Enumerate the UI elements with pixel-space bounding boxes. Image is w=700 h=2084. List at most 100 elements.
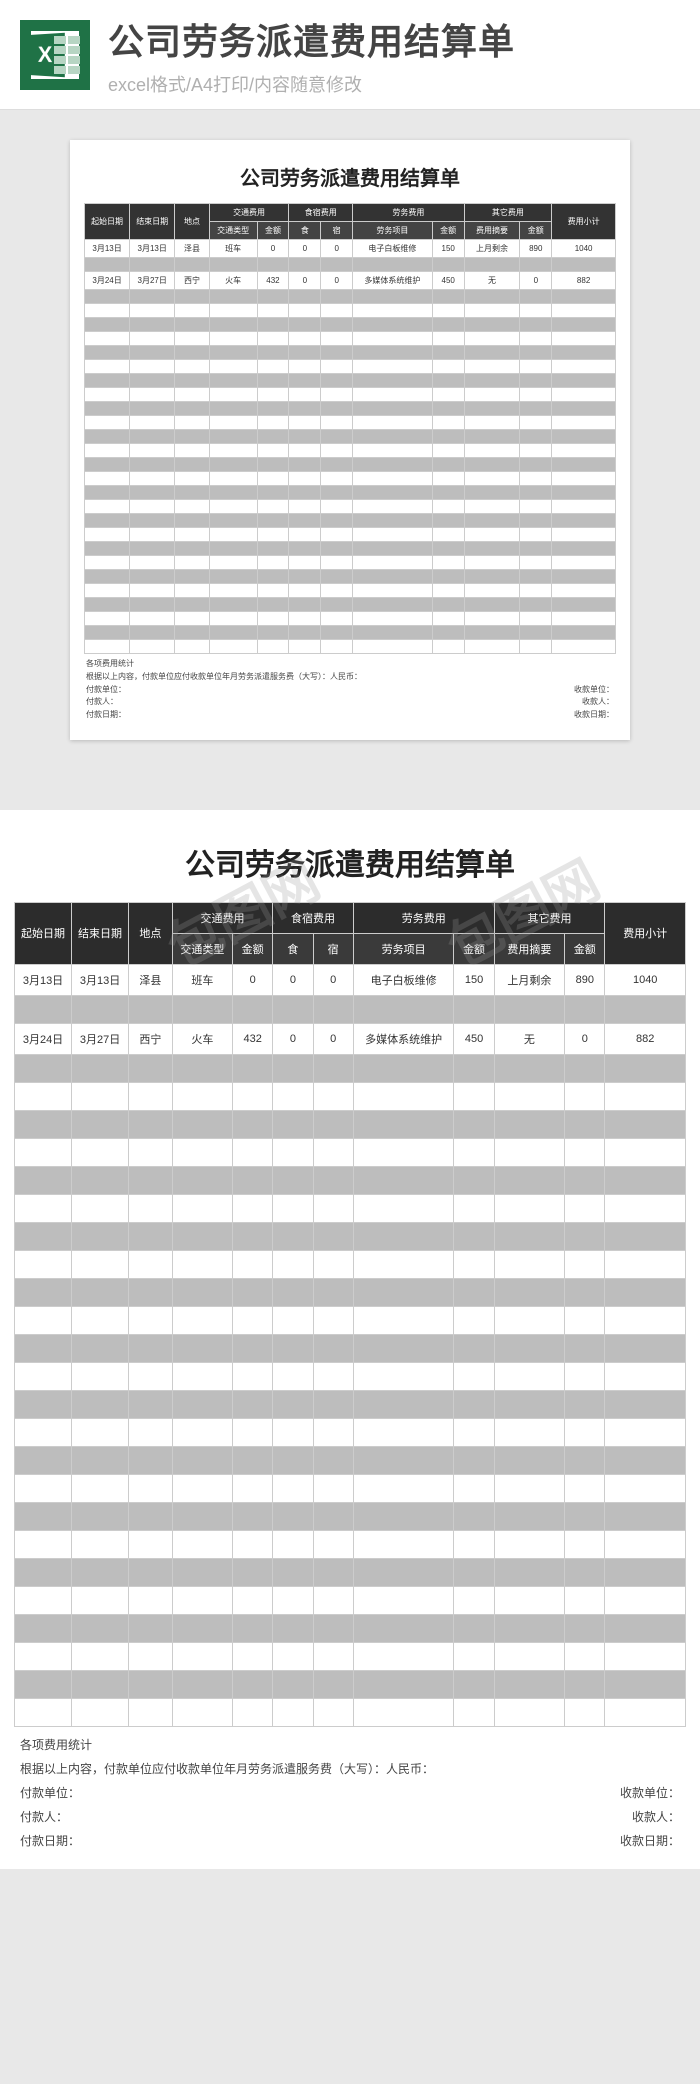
cell-trans_amt: 0 bbox=[257, 240, 289, 258]
col-place: 地点 bbox=[175, 204, 210, 240]
col-transport: 交通费用 bbox=[209, 204, 289, 222]
table-row-empty bbox=[85, 430, 616, 444]
col-service: 劳务费用 bbox=[353, 902, 494, 933]
cell-lodge: 0 bbox=[321, 272, 353, 290]
summary-label: 各项费用统计 bbox=[86, 658, 614, 671]
summary-label: 各项费用统计 bbox=[20, 1733, 680, 1757]
col-trans-amt: 金额 bbox=[257, 222, 289, 240]
cell-other_desc: 无 bbox=[464, 272, 520, 290]
cell-place: 泽县 bbox=[129, 964, 173, 995]
expense-table-large: 起始日期 结束日期 地点 交通费用 食宿费用 劳务费用 其它费用 费用小计 交通… bbox=[14, 902, 686, 1727]
col-end-date: 结束日期 bbox=[72, 902, 129, 964]
table-row-empty bbox=[15, 1698, 686, 1726]
col-food: 食 bbox=[273, 933, 313, 964]
cell-other_amt: 0 bbox=[520, 272, 552, 290]
col-other-desc: 费用摘要 bbox=[494, 933, 564, 964]
cell-trans_amt: 0 bbox=[233, 964, 273, 995]
table-row-empty bbox=[85, 346, 616, 360]
cell-trans_amt: 432 bbox=[257, 272, 289, 290]
table-row-empty bbox=[15, 1474, 686, 1502]
excel-icon: X bbox=[20, 20, 90, 90]
table-row-empty bbox=[15, 1362, 686, 1390]
table-row: 3月13日3月13日泽县班车000电子白板维修150上月剩余8901040 bbox=[85, 240, 616, 258]
cell-subtotal: 882 bbox=[605, 1023, 686, 1054]
table-row-empty bbox=[85, 444, 616, 458]
cell-trans_type: 班车 bbox=[172, 964, 232, 995]
cell-service_amt: 450 bbox=[454, 1023, 494, 1054]
cell-subtotal: 882 bbox=[552, 272, 616, 290]
table-row-empty bbox=[85, 318, 616, 332]
cell-food: 0 bbox=[289, 272, 321, 290]
cell-end: 3月27日 bbox=[130, 272, 175, 290]
col-food: 食 bbox=[289, 222, 321, 240]
table-row-empty bbox=[85, 626, 616, 640]
table-row-empty bbox=[15, 1194, 686, 1222]
table-row-empty bbox=[15, 1390, 686, 1418]
cell-lodge: 0 bbox=[313, 964, 353, 995]
col-other-amt: 金额 bbox=[565, 933, 605, 964]
table-row-empty bbox=[15, 1558, 686, 1586]
document-footer-large: 各项费用统计 根据以上内容，付款单位应付收款单位年月劳务派遣服务费（大写）：人民… bbox=[14, 1727, 686, 1853]
cell-service_amt: 150 bbox=[454, 964, 494, 995]
agreement-text: 根据以上内容，付款单位应付收款单位年月劳务派遣服务费（大写）：人民币： bbox=[20, 1757, 680, 1781]
col-board: 食宿费用 bbox=[289, 204, 353, 222]
document-preview-large: 公司劳务派遣费用结算单 起始日期 结束日期 地点 交通费用 食宿费用 劳务费用 … bbox=[0, 810, 700, 1909]
expense-table: 起始日期 结束日期 地点 交通费用 食宿费用 劳务费用 其它费用 费用小计 交通… bbox=[84, 203, 616, 654]
table-row: 3月24日3月27日西宁火车43200多媒体系统维护450无0882 bbox=[15, 1023, 686, 1054]
col-service-item: 劳务项目 bbox=[353, 222, 433, 240]
table-row-empty bbox=[85, 402, 616, 416]
cell-service_item: 多媒体系统维护 bbox=[353, 272, 433, 290]
col-transport: 交通费用 bbox=[172, 902, 273, 933]
table-row-empty bbox=[85, 584, 616, 598]
cell-trans_amt: 432 bbox=[233, 1023, 273, 1054]
cell-place: 泽县 bbox=[175, 240, 210, 258]
cell-lodge: 0 bbox=[321, 240, 353, 258]
payee-label: 收款人： bbox=[632, 1805, 680, 1829]
payee-unit-label: 收款单位： bbox=[574, 684, 614, 697]
table-row-empty bbox=[15, 1278, 686, 1306]
col-other: 其它费用 bbox=[464, 204, 552, 222]
cell-food: 0 bbox=[273, 1023, 313, 1054]
cell-start: 3月13日 bbox=[85, 240, 130, 258]
col-other-desc: 费用摘要 bbox=[464, 222, 520, 240]
table-row-empty bbox=[15, 1334, 686, 1362]
cell-end: 3月13日 bbox=[72, 964, 129, 995]
table-row-empty bbox=[85, 640, 616, 654]
cell-other_amt: 0 bbox=[565, 1023, 605, 1054]
table-row-empty bbox=[15, 1670, 686, 1698]
table-row: 3月13日3月13日泽县班车000电子白板维修150上月剩余8901040 bbox=[15, 964, 686, 995]
table-row: 3月24日3月27日西宁火车43200多媒体系统维护450无0882 bbox=[85, 272, 616, 290]
table-row-empty bbox=[85, 528, 616, 542]
cell-service_item: 多媒体系统维护 bbox=[353, 1023, 454, 1054]
payer-label: 付款人： bbox=[86, 696, 118, 709]
table-row-empty bbox=[85, 416, 616, 430]
page-subtitle: excel格式/A4打印/内容随意修改 bbox=[108, 71, 680, 97]
cell-trans_type: 班车 bbox=[209, 240, 257, 258]
table-row-empty bbox=[15, 1250, 686, 1278]
payer-unit-label: 付款单位： bbox=[20, 1781, 80, 1805]
cell-other_desc: 上月剩余 bbox=[494, 964, 564, 995]
table-row-empty bbox=[85, 458, 616, 472]
recv-date-label: 收款日期： bbox=[574, 709, 614, 722]
col-start-date: 起始日期 bbox=[85, 204, 130, 240]
page-title: 公司劳务派遣费用结算单 bbox=[108, 13, 680, 65]
table-row-empty bbox=[85, 258, 616, 272]
cell-trans_type: 火车 bbox=[209, 272, 257, 290]
table-row-empty bbox=[15, 1306, 686, 1334]
col-lodge: 宿 bbox=[321, 222, 353, 240]
cell-service_item: 电子白板维修 bbox=[353, 964, 454, 995]
table-row-empty bbox=[85, 304, 616, 318]
col-subtotal: 费用小计 bbox=[552, 204, 616, 240]
col-trans-type: 交通类型 bbox=[209, 222, 257, 240]
cell-subtotal: 1040 bbox=[605, 964, 686, 995]
col-service-amt: 金额 bbox=[432, 222, 464, 240]
table-row-empty bbox=[15, 1642, 686, 1670]
cell-food: 0 bbox=[273, 964, 313, 995]
cell-trans_type: 火车 bbox=[172, 1023, 232, 1054]
col-service: 劳务费用 bbox=[353, 204, 465, 222]
table-row-empty bbox=[15, 1614, 686, 1642]
cell-place: 西宁 bbox=[129, 1023, 173, 1054]
cell-subtotal: 1040 bbox=[552, 240, 616, 258]
cell-food: 0 bbox=[289, 240, 321, 258]
cell-service_amt: 450 bbox=[432, 272, 464, 290]
